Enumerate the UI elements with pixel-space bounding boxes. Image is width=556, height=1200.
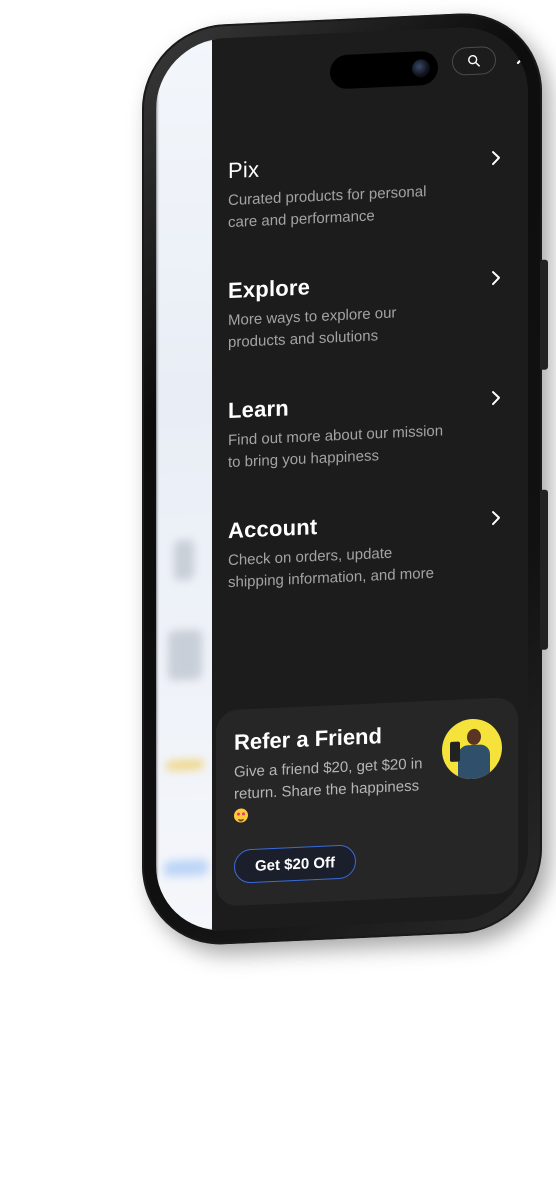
menu-item-title: Pix [228,156,260,184]
dynamic-island [330,50,438,90]
chevron-right-icon [492,391,500,406]
blurred-background-page [156,38,216,934]
refer-a-friend-card: Refer a Friend Give a friend $20, get $2… [216,696,518,907]
phone-screen: Pix Curated products for personal care a… [156,24,528,934]
avatar [442,717,502,781]
menu-item-description: Curated products for personal care and p… [228,183,427,232]
menu-item-description: Find out more about our mission to bring… [228,422,444,472]
menu-item-description: Check on orders, update shipping informa… [228,544,434,592]
phone-frame: Pix Curated products for personal care a… [142,9,548,948]
search-icon [468,55,480,67]
menu-list: Pix Curated products for personal care a… [228,146,504,639]
refer-description: Give a friend $20, get $20 in return. Sh… [234,753,430,828]
refer-title: Refer a Friend [234,723,382,755]
close-button[interactable] [512,42,528,69]
navigation-menu-panel: Pix Curated products for personal care a… [212,24,528,931]
side-button [540,489,548,650]
camera-icon [412,58,430,78]
chevron-right-icon [492,151,500,166]
menu-item-pix[interactable]: Pix Curated products for personal care a… [228,146,504,279]
chevron-right-icon [492,271,500,286]
menu-item-learn[interactable]: Learn Find out more about our mission to… [228,386,504,519]
close-icon [516,47,528,65]
side-button [540,259,548,370]
search-button[interactable] [452,45,496,76]
menu-item-explore[interactable]: Explore More ways to explore our product… [228,266,504,399]
heart-eyes-emoji-icon [234,808,248,823]
refer-description-text: Give a friend $20, get $20 in return. Sh… [234,755,423,803]
get-20-off-button[interactable]: Get $20 Off [234,844,356,884]
menu-item-description: More ways to explore our products and so… [228,304,397,352]
menu-item-account[interactable]: Account Check on orders, update shipping… [228,506,504,639]
chevron-right-icon [492,511,500,526]
